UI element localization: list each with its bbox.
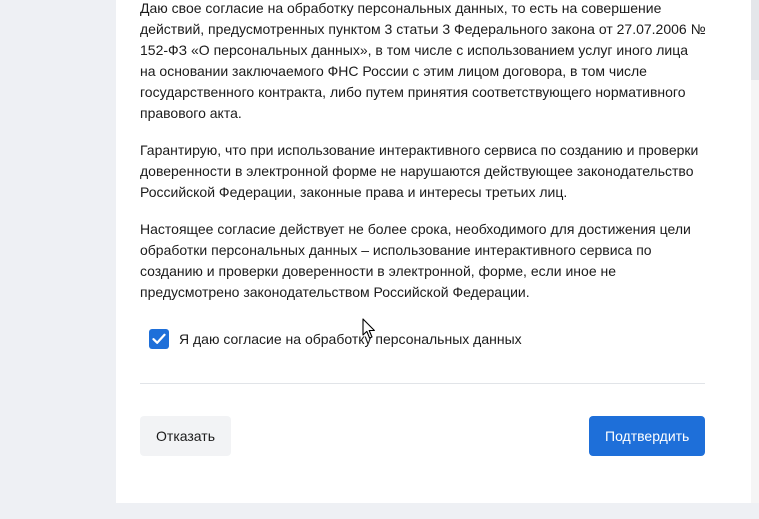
consent-paragraph-1: Даю свое согласие на обработку персональ…	[140, 0, 706, 121]
check-icon	[152, 333, 166, 344]
scrollbar[interactable]	[751, 0, 759, 503]
consent-dialog: Даю свое согласие на обработку персональ…	[116, 0, 759, 503]
scrollbar-thumb[interactable]	[751, 0, 759, 80]
divider	[140, 383, 705, 384]
cancel-button[interactable]: Отказать	[140, 416, 231, 456]
confirm-button[interactable]: Подтвердить	[589, 416, 705, 456]
consent-checkbox-row[interactable]: Я даю согласие на обработку персональных…	[149, 329, 522, 349]
consent-checkbox[interactable]	[149, 329, 169, 349]
consent-paragraph-3: Настоящее согласие действует не более ср…	[140, 221, 691, 300]
consent-paragraph-2: Гарантирую, что при использование интера…	[140, 142, 699, 200]
consent-checkbox-label[interactable]: Я даю согласие на обработку персональных…	[179, 331, 522, 347]
page: Даю свое согласие на обработку персональ…	[0, 0, 759, 519]
mouse-cursor-icon	[362, 318, 375, 339]
